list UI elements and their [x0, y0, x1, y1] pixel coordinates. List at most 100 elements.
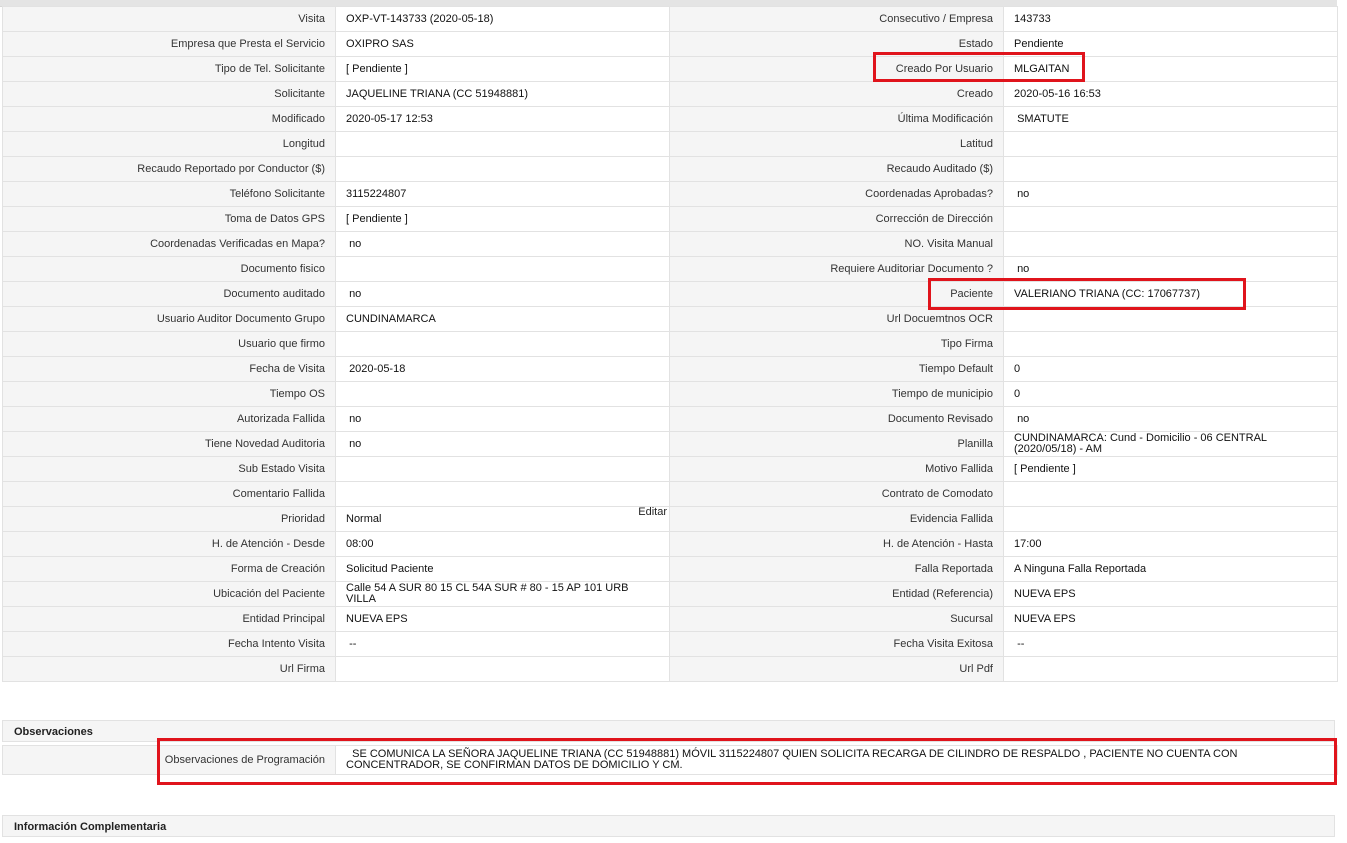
field-label-text: H. de Atención - Hasta	[882, 537, 993, 550]
field-value-text: [ Pendiente ]	[1014, 462, 1076, 475]
field-label: Contrato de Comodato	[669, 481, 1004, 507]
field-value	[1003, 481, 1338, 507]
field-label: Última Modificación	[669, 106, 1004, 132]
field-label-text: Contrato de Comodato	[881, 487, 993, 500]
field-label: Toma de Datos GPS	[2, 206, 336, 232]
field-value: MLGAITAN	[1003, 56, 1338, 82]
details-row: Tiempo OS Tiempo de municipio 0	[2, 381, 1338, 407]
field-label: Corrección de Dirección	[669, 206, 1004, 232]
field-value: 0	[1003, 381, 1338, 407]
field-label: Teléfono Solicitante	[2, 181, 336, 207]
field-label-text: Forma de Creación	[230, 562, 325, 575]
field-label-text: Url Pdf	[959, 662, 993, 675]
details-row: Empresa que Presta el Servicio OXIPRO SAS…	[2, 31, 1338, 57]
field-value: no	[1003, 406, 1338, 432]
details-row: Url Firma Url Pdf	[2, 656, 1338, 682]
field-value: SMATUTE	[1003, 106, 1338, 132]
field-value-text: 17:00	[1014, 537, 1042, 550]
details-row: Teléfono Solicitante 3115224807 Coordenada…	[2, 181, 1338, 207]
details-row: Comentario Fallida Contrato de Comodato	[2, 481, 1338, 507]
field-value	[335, 456, 670, 482]
details-row: Usuario que firmo Tipo Firma	[2, 331, 1338, 357]
field-value-text: Calle 54 A SUR 80 15 CL 54A SUR # 80 - 1…	[346, 582, 632, 605]
field-value: no	[1003, 181, 1338, 207]
details-row: Prioridad Normal Editar Evidencia Fallida	[2, 506, 1338, 532]
field-label: Usuario que firmo	[2, 331, 336, 357]
field-value	[335, 656, 670, 682]
field-label-text: Teléfono Solicitante	[229, 187, 325, 200]
details-row: Fecha Intento Visita -- Fecha Visita Exit…	[2, 631, 1338, 657]
field-label: Autorizada Fallida	[2, 406, 336, 432]
field-value	[1003, 156, 1338, 182]
details-row: Coordenadas Verificadas en Mapa? no NO. V…	[2, 231, 1338, 257]
field-label-text: Documento auditado	[223, 287, 325, 300]
field-label-text: Url Docuemtnos OCR	[886, 312, 993, 325]
field-value	[1003, 506, 1338, 532]
field-label: Fecha de Visita	[2, 356, 336, 382]
field-value	[1003, 656, 1338, 682]
field-value-text: 2020-05-18	[346, 362, 406, 375]
field-value-text: 143733	[1014, 12, 1051, 25]
field-label: Url Firma	[2, 656, 336, 682]
details-row: H. de Atención - Desde 08:00 H. de Atenció…	[2, 531, 1338, 557]
field-label-text: Corrección de Dirección	[875, 212, 993, 225]
field-label: Creado	[669, 81, 1004, 107]
field-value: Pendiente	[1003, 31, 1338, 57]
field-label-text: Tiempo OS	[269, 387, 325, 400]
section-title: Información Complementaria	[14, 821, 167, 833]
field-value	[335, 331, 670, 357]
field-label-text: Prioridad	[280, 512, 325, 525]
field-value: --	[335, 631, 670, 657]
details-row: Fecha de Visita 2020-05-18 Tiempo Default…	[2, 356, 1338, 382]
details-row: Tipo de Tel. Solicitante [ Pendiente ] Cre…	[2, 56, 1338, 82]
observaciones-table: Observaciones de Programación SE COMUNIC…	[2, 745, 1338, 775]
info-complementaria-header[interactable]: Información Complementaria	[2, 815, 1335, 837]
field-value: 3115224807	[335, 181, 670, 207]
field-label-text: Fecha de Visita	[249, 362, 325, 375]
field-label-text: Tiempo Default	[918, 362, 993, 375]
field-value	[335, 381, 670, 407]
observaciones-header: Observaciones	[2, 720, 1335, 742]
field-label: Tiempo Default	[669, 356, 1004, 382]
field-label-text: Tipo Firma	[940, 337, 993, 350]
field-value: no	[1003, 256, 1338, 282]
field-value-text: MLGAITAN	[1014, 62, 1070, 75]
field-label-text: Entidad (Referencia)	[892, 587, 993, 600]
field-label-text: Planilla	[957, 437, 993, 450]
field-label-text: Empresa que Presta el Servicio	[170, 37, 325, 50]
field-value: Normal Editar	[335, 506, 670, 532]
field-value-text: SMATUTE	[1014, 112, 1069, 125]
field-value-text: A Ninguna Falla Reportada	[1014, 562, 1147, 575]
details-row: Tiene Novedad Auditoria no Planilla CUNDIN…	[2, 431, 1338, 457]
field-value: [ Pendiente ]	[335, 206, 670, 232]
edit-priority-link[interactable]: Editar	[638, 508, 667, 519]
details-row: Visita OXP-VT-143733 (2020-05-18) Consecut…	[2, 6, 1338, 32]
field-value: 2020-05-18	[335, 356, 670, 382]
field-label: Tipo de Tel. Solicitante	[2, 56, 336, 82]
field-label: Prioridad	[2, 506, 336, 532]
field-value: NUEVA EPS	[1003, 581, 1338, 607]
field-value-text: OXP-VT-143733 (2020-05-18)	[346, 12, 494, 25]
field-value: A Ninguna Falla Reportada	[1003, 556, 1338, 582]
field-label-text: Usuario Auditor Documento Grupo	[156, 312, 325, 325]
details-row: Documento auditado no Paciente VALERIANO T…	[2, 281, 1338, 307]
field-value: 2020-05-16 16:53	[1003, 81, 1338, 107]
field-label: Tiempo de municipio	[669, 381, 1004, 407]
field-label-text: Latitud	[959, 137, 993, 150]
field-value	[335, 256, 670, 282]
field-label: Modificado	[2, 106, 336, 132]
details-row: Longitud Latitud	[2, 131, 1338, 157]
details-row: Recaudo Reportado por Conductor ($) Recau…	[2, 156, 1338, 182]
field-value-text: OXIPRO SAS	[346, 37, 414, 50]
field-value-text: no	[1014, 262, 1030, 275]
field-value: no	[335, 431, 670, 457]
field-value: 143733	[1003, 6, 1338, 32]
field-value-text: 2020-05-16 16:53	[1014, 87, 1101, 100]
field-label: Url Docuemtnos OCR	[669, 306, 1004, 332]
field-value-text: VALERIANO TRIANA (CC: 17067737)	[1014, 287, 1201, 300]
field-label-text: Falla Reportada	[914, 562, 993, 575]
field-label: H. de Atención - Hasta	[669, 531, 1004, 557]
field-label-text: Fecha Visita Exitosa	[893, 637, 993, 650]
field-label: H. de Atención - Desde	[2, 531, 336, 557]
field-value-text: 0	[1014, 387, 1021, 400]
